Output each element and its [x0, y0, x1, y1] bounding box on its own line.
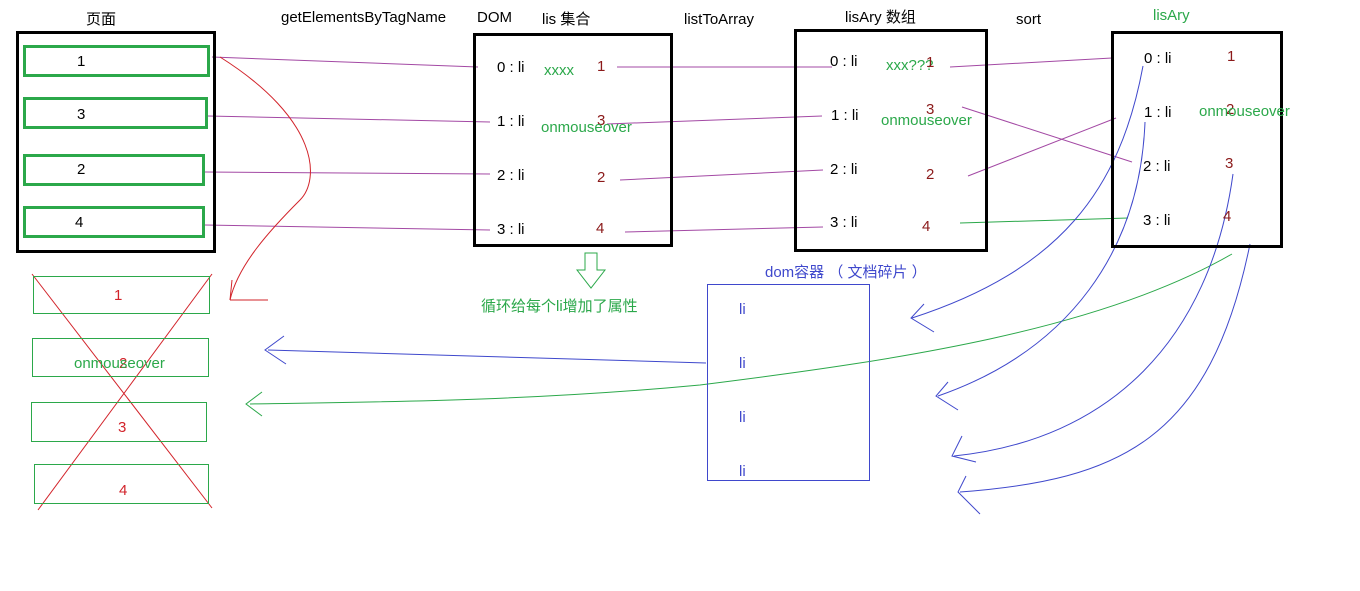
blue-arrow-left	[267, 349, 707, 364]
crossed-item-label: 4	[119, 482, 128, 499]
sorted-index: 2 : li	[1143, 158, 1171, 175]
sorted-value: 4	[1223, 208, 1232, 225]
page-item	[23, 206, 205, 238]
sort-header: sort	[1016, 11, 1042, 28]
fragment-box	[707, 284, 870, 481]
lis-set-header: lis 集合	[542, 11, 591, 28]
lis-index: 0 : li	[497, 59, 525, 76]
lisary-note-onmouseover: onmouseover	[881, 112, 972, 129]
lisary-index: 2 : li	[830, 161, 858, 178]
lis-note-xxxx: xxxx	[544, 62, 574, 79]
crossed-item-label: 3	[118, 419, 127, 436]
page-item	[23, 97, 208, 129]
sorted-value: 1	[1227, 48, 1236, 65]
page-item	[23, 45, 210, 77]
sorted-box	[1111, 31, 1283, 248]
lis-value: 2	[597, 169, 606, 186]
sorted-note-onmouseover: onmouseover	[1199, 103, 1290, 120]
crossed-item-label: 1	[114, 287, 123, 304]
page-header: 页面	[86, 11, 117, 28]
lis-note-onmouseover: onmouseover	[541, 119, 632, 136]
get-elements-header: getElementsByTagName	[281, 9, 447, 26]
lis-index: 3 : li	[497, 221, 525, 238]
lisary-index: 1 : li	[831, 107, 859, 124]
red-curve-arrow	[219, 56, 311, 301]
list-to-array-header: listToArray	[684, 11, 755, 28]
fragment-item: li	[739, 463, 746, 480]
lisary-index: 3 : li	[830, 214, 858, 231]
dom-header: DOM	[477, 9, 512, 26]
lisary-value: 1	[926, 54, 935, 71]
sorted-value: 3	[1225, 155, 1234, 172]
page-item-label: 2	[77, 161, 86, 178]
lisary-value: 2	[926, 166, 935, 183]
lisary-value: 4	[922, 218, 931, 235]
fragment-item: li	[739, 301, 746, 318]
page-item-label: 1	[77, 53, 86, 70]
sorted-index: 0 : li	[1144, 50, 1172, 67]
lisary-sorted-header: lisAry	[1153, 7, 1190, 24]
lis-index: 1 : li	[497, 113, 525, 130]
sorted-index: 3 : li	[1143, 212, 1171, 229]
loop-caption: 循环给每个li增加了属性	[481, 298, 638, 315]
lis-value: 1	[597, 58, 606, 75]
lisary-array-header: lisAry 数组	[845, 9, 916, 26]
down-arrow-icon	[575, 252, 607, 289]
page-item-label: 3	[77, 106, 86, 123]
fragment-title: dom容器 （ 文档碎片 ）	[765, 264, 927, 281]
page-item-label: 4	[75, 214, 84, 231]
lis-value: 4	[596, 220, 605, 237]
lis-index: 2 : li	[497, 167, 525, 184]
crossed-note-onmouseover: onmouseover	[74, 355, 165, 372]
fragment-item: li	[739, 355, 746, 372]
fragment-item: li	[739, 409, 746, 426]
lisary-index: 0 : li	[830, 53, 858, 70]
page-item	[23, 154, 205, 186]
sorted-index: 1 : li	[1144, 104, 1172, 121]
